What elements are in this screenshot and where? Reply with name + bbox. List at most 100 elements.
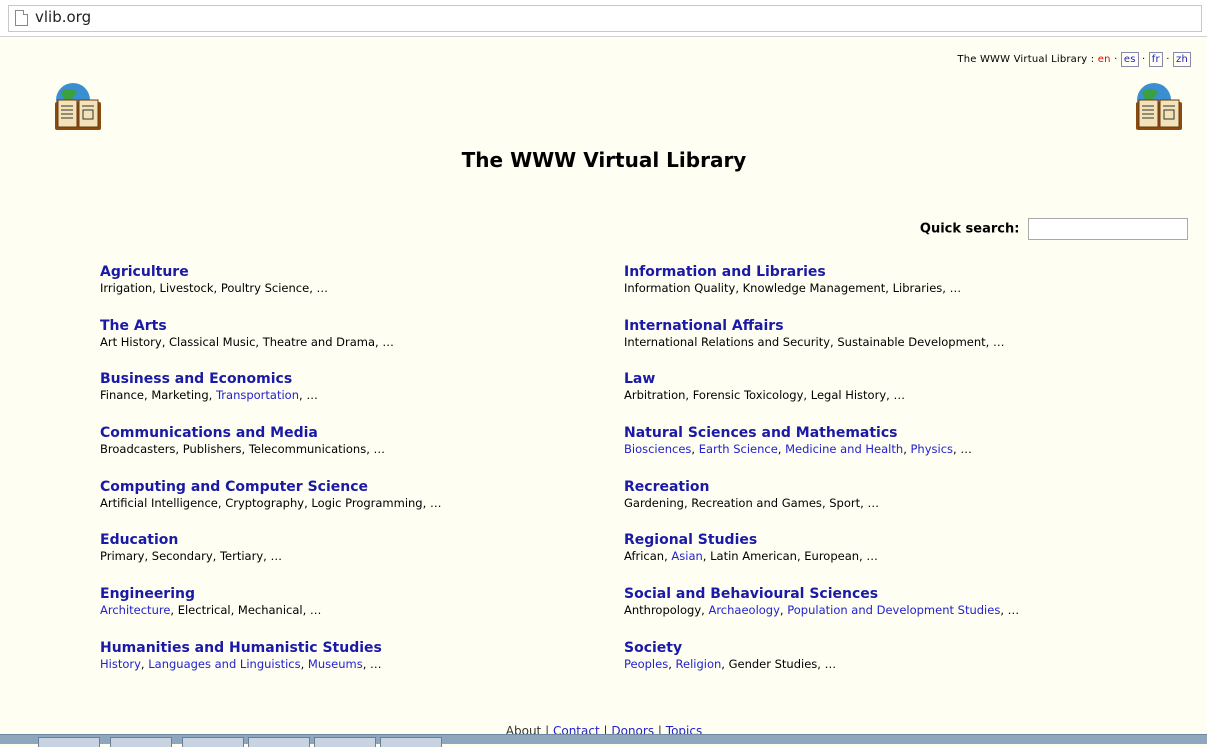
more-ellipsis: … — [429, 495, 442, 510]
subcategory-text: Theatre and Drama — [262, 334, 376, 349]
subcategory-text: Publishers — [182, 442, 242, 457]
url-text[interactable]: vlib.org — [35, 8, 91, 26]
category-item: Humanities and Humanistic Studies History… — [100, 640, 441, 694]
subcategory-link[interactable]: Medicine and Health — [785, 442, 903, 456]
subcategory-text: Primary — [100, 549, 145, 564]
quick-search-input[interactable] — [1028, 218, 1188, 240]
quick-search-label: Quick search: — [919, 221, 1020, 237]
category-link-humanities-and-humanistic-studies[interactable]: Humanities and Humanistic Studies — [100, 640, 441, 657]
subcategory-list: Primary, Secondary, Tertiary, … — [100, 549, 441, 564]
category-link-engineering[interactable]: Engineering — [100, 586, 441, 603]
list-separator: , — [885, 281, 893, 295]
list-separator: , — [300, 656, 308, 671]
category-link-the-arts[interactable]: The Arts — [100, 318, 441, 335]
category-item: Education Primary, Secondary, Tertiary, … — [100, 532, 441, 586]
subcategory-link[interactable]: Architecture — [100, 603, 170, 617]
subcategory-text: Poultry Science — [220, 281, 310, 295]
category-item: Regional Studies African, Asian, Latin Am… — [624, 532, 1019, 586]
taskbar-button[interactable] — [38, 737, 100, 747]
subcategory-link[interactable]: Languages and Linguistics — [148, 657, 300, 671]
subcategory-link[interactable]: Earth Science — [699, 442, 778, 456]
subcategory-link[interactable]: Biosciences — [624, 442, 691, 456]
subcategory-link[interactable]: Museums — [308, 657, 363, 671]
category-item: Information and Libraries Information Qua… — [624, 264, 1019, 318]
category-link-business-and-economics[interactable]: Business and Economics — [100, 371, 441, 388]
language-separator: · — [1166, 54, 1170, 65]
language-link-es[interactable]: es — [1120, 52, 1139, 67]
vlib-logo-icon[interactable] — [51, 80, 105, 134]
subcategory-list: Peoples, Religion, Gender Studies, … — [624, 657, 1019, 672]
subcategory-link[interactable]: History — [100, 657, 141, 671]
taskbar-button[interactable] — [182, 737, 244, 747]
category-link-law[interactable]: Law — [624, 371, 1019, 388]
subcategory-text: Art History — [100, 334, 162, 349]
subcategory-list: African, Asian, Latin American, European… — [624, 549, 1019, 564]
more-ellipsis: … — [306, 388, 318, 403]
vlib-logo-icon[interactable] — [1132, 80, 1186, 134]
category-item: Law Arbitration, Forensic Toxicology, Leg… — [624, 371, 1019, 425]
category-link-recreation[interactable]: Recreation — [624, 479, 1019, 496]
subcategory-text: Marketing — [151, 388, 209, 403]
subcategory-list: Finance, Marketing, Transportation, … — [100, 388, 441, 403]
category-link-international-affairs[interactable]: International Affairs — [624, 318, 1019, 335]
subcategory-text: Finance — [100, 388, 144, 403]
list-separator: , — [208, 388, 216, 403]
language-current: en — [1097, 54, 1111, 65]
category-item: Business and Economics Finance, Marketing… — [100, 371, 441, 425]
list-separator: , — [362, 656, 370, 671]
list-separator: , — [302, 603, 310, 618]
category-link-information-and-libraries[interactable]: Information and Libraries — [624, 264, 1019, 281]
category-link-education[interactable]: Education — [100, 532, 441, 549]
subcategory-list: History, Languages and Linguistics, Muse… — [100, 657, 441, 672]
subcategory-link[interactable]: Religion — [676, 657, 722, 671]
category-link-agriculture[interactable]: Agriculture — [100, 264, 441, 281]
list-separator: , — [144, 549, 152, 564]
language-bar-label: The WWW Virtual Library : — [957, 54, 1095, 65]
subcategory-text: Gardening — [624, 495, 684, 510]
subcategory-link[interactable]: Archaeology — [708, 603, 779, 617]
category-item: Communications and Media Broadcasters, Pu… — [100, 425, 441, 479]
subcategory-list: Biosciences, Earth Science, Medicine and… — [624, 442, 1019, 457]
subcategory-link[interactable]: Asian — [671, 549, 702, 563]
subcategory-link[interactable]: Population and Development Studies — [787, 603, 1000, 617]
subcategory-text: European — [804, 549, 860, 564]
subcategory-text: Knowledge Management — [742, 281, 886, 295]
address-bar[interactable]: vlib.org — [0, 0, 1207, 37]
category-item: Agriculture Irrigation, Livestock, Poultr… — [100, 264, 441, 318]
language-link-fr[interactable]: fr — [1148, 52, 1163, 67]
category-link-computing-and-computer-science[interactable]: Computing and Computer Science — [100, 479, 441, 496]
subcategory-list: Broadcasters, Publishers, Telecommunicat… — [100, 442, 441, 457]
taskbar-button[interactable] — [314, 737, 376, 747]
subcategory-text: Logic Programming — [311, 495, 423, 510]
category-item: International Affairs International Relat… — [624, 318, 1019, 372]
subcategory-link[interactable]: Physics — [911, 442, 954, 456]
taskbar-button[interactable] — [380, 737, 442, 747]
subcategory-text: Tertiary — [219, 549, 264, 564]
list-separator: , — [175, 442, 183, 457]
subcategory-link[interactable]: Transportation — [216, 388, 299, 402]
subcategory-list: Art History, Classical Music, Theatre an… — [100, 335, 441, 350]
more-ellipsis: … — [866, 549, 878, 564]
category-link-regional-studies[interactable]: Regional Studies — [624, 532, 1019, 549]
subcategory-text: Arbitration — [624, 388, 686, 403]
category-link-social-and-behavioural-sciences[interactable]: Social and Behavioural Sciences — [624, 586, 1019, 603]
category-link-society[interactable]: Society — [624, 640, 1019, 657]
language-separator: · — [1142, 54, 1146, 65]
language-link-zh[interactable]: zh — [1173, 52, 1191, 67]
subcategory-text: Broadcasters — [100, 442, 176, 457]
category-item: Engineering Architecture, Electrical, Mec… — [100, 586, 441, 640]
list-separator: , — [668, 656, 676, 671]
taskbar-button[interactable] — [110, 737, 172, 747]
category-link-communications-and-media[interactable]: Communications and Media — [100, 425, 441, 442]
list-separator: , — [903, 442, 911, 457]
subcategory-link[interactable]: Peoples — [624, 657, 668, 671]
list-separator: , — [309, 281, 317, 295]
subcategory-text: Electrical — [177, 603, 231, 618]
list-separator: , — [735, 281, 743, 295]
subcategory-text: Secondary — [151, 549, 213, 564]
url-field[interactable]: vlib.org — [8, 5, 1202, 32]
taskbar-button[interactable] — [248, 737, 310, 747]
category-link-natural-sciences-and-mathematics[interactable]: Natural Sciences and Mathematics — [624, 425, 1019, 442]
subcategory-text: Sustainable Development — [837, 334, 986, 349]
list-separator: , — [152, 281, 160, 295]
